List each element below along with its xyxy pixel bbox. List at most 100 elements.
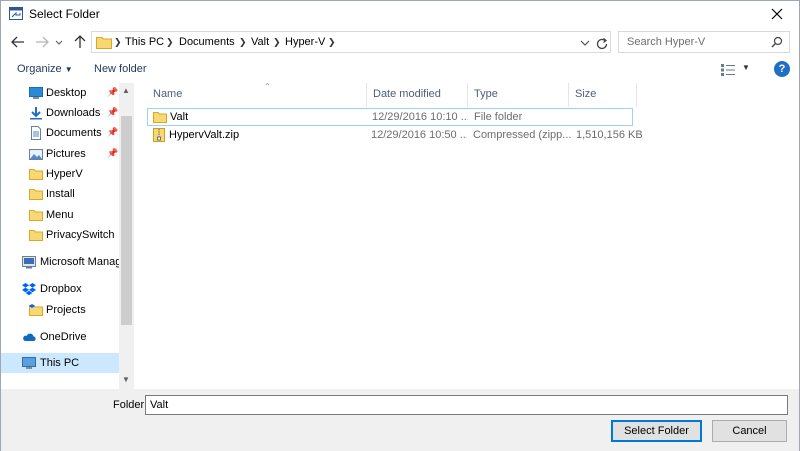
nav-item-microsoft-management[interactable]: Microsoft Manage [1, 252, 127, 272]
close-button[interactable] [755, 1, 799, 27]
nav-item-this-pc[interactable]: This PC [1, 353, 121, 373]
zip-folder-icon [153, 128, 165, 142]
nav-item-documents[interactable]: Documents 📌 [1, 123, 121, 143]
nav-item-label: This PC [40, 357, 80, 369]
back-arrow-icon[interactable] [9, 33, 27, 51]
scrollbar-thumb[interactable] [121, 116, 132, 325]
nav-item-label: PrivacySwitch [46, 229, 115, 241]
scroll-up-arrow-icon[interactable]: ▲ [122, 86, 130, 95]
change-view-button[interactable]: ▼ [720, 62, 752, 78]
projects-icon [29, 304, 43, 316]
up-arrow-icon[interactable] [71, 33, 89, 51]
nav-item-dropbox[interactable]: Dropbox [1, 279, 121, 299]
file-name: Valt [170, 111, 189, 123]
forward-arrow-icon[interactable] [33, 33, 51, 51]
address-bar[interactable]: ❯ This PC ❯ Documents ❯ Valt ❯ Hyper-V ❯ [91, 31, 611, 53]
select-folder-dialog: Select Folder ❯ This PC ❯ Documents ❯ Va… [0, 0, 800, 451]
file-date: 12/29/2016 10:10 ... [372, 111, 468, 123]
file-size: 1,510,156 KB [576, 129, 643, 141]
breadcrumb-this-pc[interactable]: This PC [125, 36, 164, 48]
nav-item-menu[interactable]: Menu [1, 205, 121, 225]
breadcrumb-separator[interactable]: ❯ [166, 37, 174, 48]
file-type: File folder [474, 111, 523, 123]
navigation-pane: Desktop 📌 Downloads 📌 Documents 📌 Pictur… [1, 83, 134, 389]
recent-locations-icon[interactable] [53, 33, 65, 51]
nav-item-desktop[interactable]: Desktop 📌 [1, 83, 121, 103]
breadcrumb-separator[interactable]: ❯ [114, 37, 122, 48]
bottom-panel: Folder: Select Folder Cancel [1, 389, 799, 451]
nav-item-label: Projects [46, 304, 86, 316]
file-row[interactable]: HypervValt.zip 12/29/2016 10:50 ... Comp… [147, 127, 643, 145]
dialog-app-icon [9, 7, 23, 20]
column-header-date[interactable]: Date modified [367, 83, 468, 107]
file-date: 12/29/2016 10:50 ... [371, 129, 467, 141]
nav-item-install[interactable]: Install [1, 184, 121, 204]
nav-item-label: Pictures [46, 148, 86, 160]
nav-item-onedrive[interactable]: OneDrive [1, 327, 121, 347]
folder-icon [29, 210, 43, 221]
file-type: Compressed (zipp... [473, 129, 572, 141]
scroll-down-arrow-icon[interactable]: ▼ [122, 375, 130, 384]
help-icon[interactable]: ? [774, 61, 790, 77]
refresh-icon[interactable] [594, 36, 610, 52]
nav-item-label: Install [46, 188, 75, 200]
select-folder-button[interactable]: Select Folder [611, 420, 702, 442]
close-icon [771, 8, 783, 20]
details-view-icon [721, 64, 735, 76]
breadcrumb-documents[interactable]: Documents [179, 36, 235, 48]
dropbox-icon [22, 283, 36, 296]
nav-item-label: Documents [46, 127, 102, 139]
column-header-type[interactable]: Type [468, 83, 569, 107]
pin-icon: 📌 [107, 127, 119, 137]
nav-item-projects[interactable]: Projects [1, 300, 121, 320]
nav-item-privacyswitch[interactable]: PrivacySwitch [1, 225, 121, 245]
nav-item-label: Menu [46, 209, 74, 221]
cancel-button[interactable]: Cancel [712, 420, 787, 442]
folder-label: Folder: [113, 399, 148, 411]
dialog-title: Select Folder [29, 7, 100, 21]
nav-item-downloads[interactable]: Downloads 📌 [1, 103, 121, 123]
search-icon[interactable] [771, 36, 783, 48]
breadcrumb-separator[interactable]: ❯ [239, 37, 247, 48]
column-header-name[interactable]: ⌃ Name [147, 82, 367, 107]
organize-button[interactable]: Organize ▼ [17, 63, 73, 75]
onedrive-icon [23, 333, 36, 341]
file-name: HypervValt.zip [169, 129, 240, 141]
folder-icon [153, 112, 167, 123]
pin-icon: 📌 [107, 148, 119, 158]
computer-icon [22, 357, 36, 369]
nav-item-pictures[interactable]: Pictures 📌 [1, 144, 121, 164]
desktop-icon [29, 87, 43, 99]
nav-item-label: Microsoft Manage [40, 256, 128, 268]
title-bar: Select Folder [1, 1, 799, 27]
folder-name-input[interactable] [145, 395, 788, 415]
breadcrumb-separator[interactable]: ❯ [273, 37, 281, 48]
search-box[interactable]: Search Hyper-V [618, 31, 790, 53]
column-label: Name [153, 88, 183, 100]
sort-ascending-icon: ⌃ [264, 82, 271, 91]
search-placeholder: Search Hyper-V [627, 36, 706, 48]
chevron-down-icon: ▼ [64, 65, 73, 74]
pin-icon: 📌 [107, 107, 119, 117]
column-label: Date modified [373, 88, 441, 100]
nav-item-hyperv[interactable]: HyperV [1, 164, 121, 184]
pictures-icon [29, 149, 43, 160]
pin-icon: 📌 [107, 87, 119, 97]
nav-pane-scrollbar[interactable]: ▲ ▼ [119, 83, 134, 389]
management-console-icon [22, 256, 36, 269]
command-bar: Organize ▼ New folder ▼ ? [1, 57, 799, 83]
nav-item-label: Dropbox [40, 283, 82, 295]
column-header-size[interactable]: Size [569, 83, 637, 107]
documents-icon [31, 126, 41, 140]
breadcrumb-separator[interactable]: ❯ [328, 37, 336, 48]
nav-item-label: Downloads [46, 107, 101, 119]
navigation-row: ❯ This PC ❯ Documents ❯ Valt ❯ Hyper-V ❯… [1, 29, 799, 55]
new-folder-button[interactable]: New folder [94, 63, 147, 75]
file-row[interactable]: Valt 12/29/2016 10:10 ... File folder [147, 108, 633, 126]
column-label: Size [575, 88, 597, 100]
folder-icon [96, 37, 112, 49]
download-icon [30, 107, 42, 120]
breadcrumb-valt[interactable]: Valt [251, 36, 269, 48]
chevron-down-icon[interactable] [578, 36, 592, 50]
breadcrumb-hyper-v[interactable]: Hyper-V [285, 36, 325, 48]
